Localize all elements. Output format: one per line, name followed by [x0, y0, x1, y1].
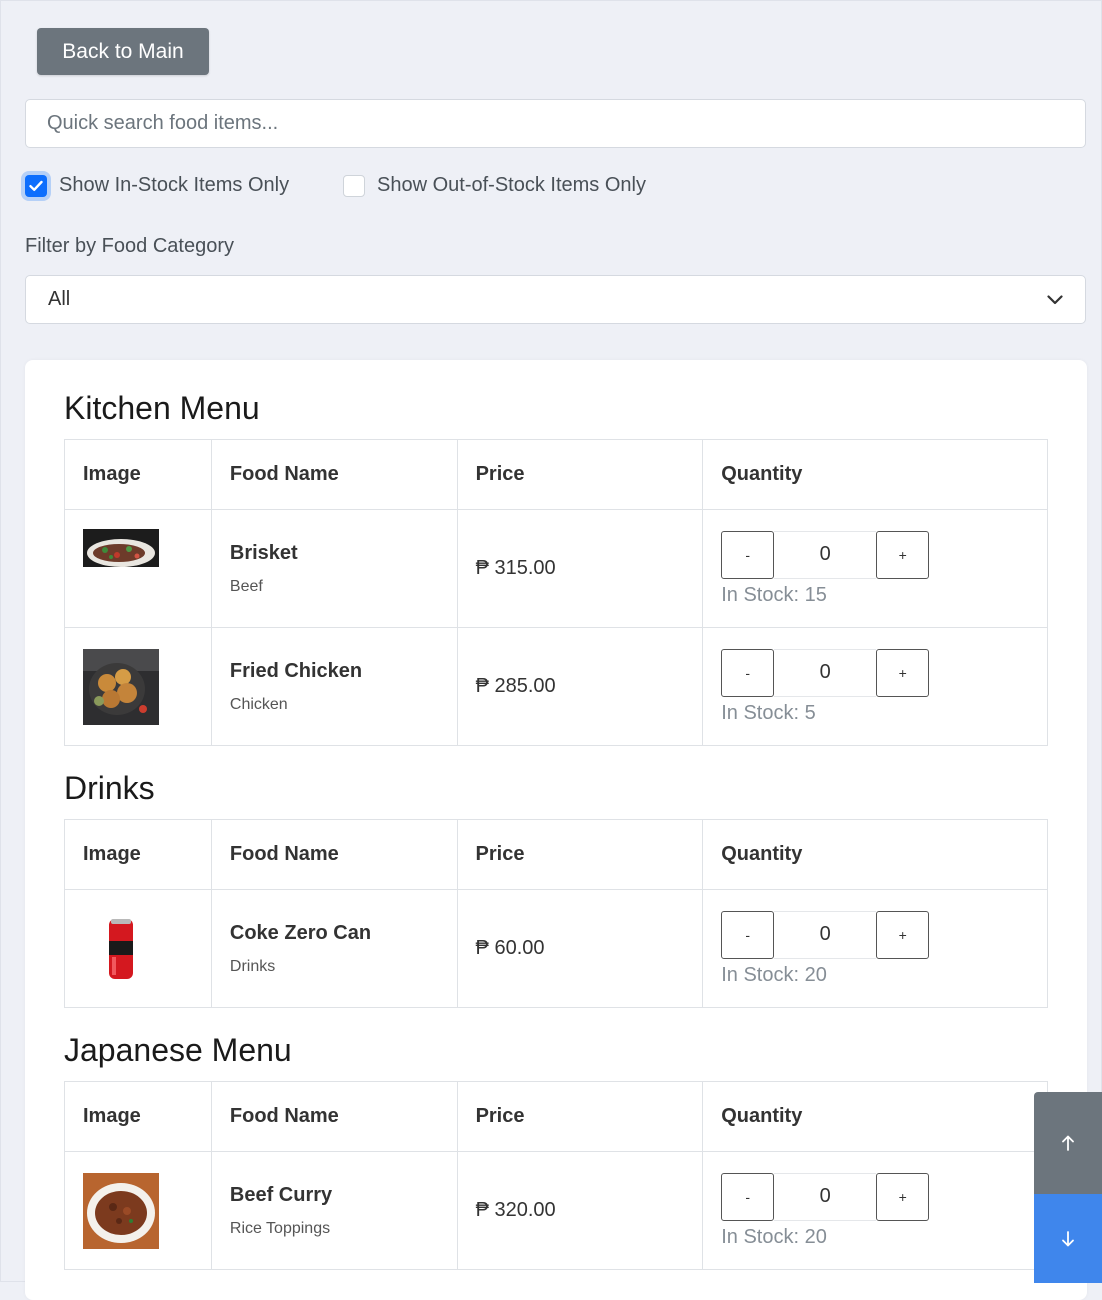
page: Back to Main Show In-Stock Items Only Sh… — [0, 0, 1102, 1300]
column-header-quantity: Quantity — [702, 819, 1048, 890]
quantity-cell: - 0 + In Stock: 20 — [702, 889, 1048, 1008]
column-header-image: Image — [64, 1081, 212, 1152]
out-of-stock-label: Show Out-of-Stock Items Only — [377, 174, 646, 196]
stock-count: In Stock: 5 — [721, 701, 816, 724]
check-icon — [29, 180, 43, 191]
in-stock-label: Show In-Stock Items Only — [59, 174, 290, 196]
price-cell: ₱ 60.00 — [456, 889, 704, 1008]
quantity-input[interactable]: 0 — [774, 910, 877, 959]
table-header-row: Image Food Name Price Quantity — [64, 1081, 1048, 1152]
quantity-cell: - 0 + In Stock: 5 — [702, 627, 1048, 746]
price-cell: ₱ 320.00 — [456, 1151, 704, 1270]
table-row: Beef Curry Rice Toppings ₱ 320.00 - 0 + … — [64, 1151, 1048, 1270]
decrement-button[interactable]: - — [721, 1172, 775, 1221]
food-category: Chicken — [229, 695, 288, 713]
section-title: Drinks — [64, 770, 155, 806]
table-header-row: Image Food Name Price Quantity — [64, 439, 1048, 510]
food-price: ₱ 315.00 — [475, 557, 556, 579]
column-header-price: Price — [456, 439, 704, 510]
food-category: Drinks — [229, 957, 276, 975]
quantity-input[interactable]: 0 — [774, 530, 877, 579]
menu-table: Image Food Name Price Quantity — [64, 819, 1048, 1008]
quantity-stepper: - 0 + — [721, 648, 1047, 697]
column-header-quantity: Quantity — [702, 1081, 1048, 1152]
increment-button[interactable]: + — [876, 648, 930, 697]
column-header-image: Image — [64, 819, 212, 890]
quantity-stepper: - 0 + — [721, 530, 1047, 579]
fried-chicken-image — [83, 648, 159, 725]
quantity-stepper: - 0 + — [721, 1172, 1047, 1221]
increment-button[interactable]: + — [876, 530, 930, 579]
food-category: Beef — [229, 577, 263, 595]
food-name: Coke Zero Can — [229, 921, 372, 944]
arrow-up-icon — [1062, 1135, 1074, 1151]
image-cell — [64, 627, 212, 746]
menu-table: Image Food Name Price Quantity — [64, 1081, 1048, 1270]
food-price: ₱ 320.00 — [475, 1199, 556, 1221]
beef-curry-image — [83, 1172, 159, 1249]
stock-count: In Stock: 15 — [721, 583, 827, 606]
column-header-name: Food Name — [210, 1081, 458, 1152]
in-stock-filter[interactable]: Show In-Stock Items Only — [25, 174, 289, 197]
food-price: ₱ 285.00 — [475, 675, 556, 697]
search-input[interactable] — [25, 99, 1086, 148]
menu-table: Image Food Name Price Quantity — [64, 439, 1048, 746]
food-name-cell: Beef Curry Rice Toppings — [210, 1151, 458, 1270]
decrement-button[interactable]: - — [721, 910, 775, 959]
image-cell — [64, 889, 212, 1008]
food-name-cell: Brisket Beef — [210, 509, 458, 628]
out-of-stock-filter[interactable]: Show Out-of-Stock Items Only — [343, 174, 646, 197]
food-name: Beef Curry — [229, 1183, 333, 1206]
quantity-cell: - 0 + In Stock: 20 — [702, 1151, 1048, 1270]
category-filter-label: Filter by Food Category — [25, 235, 234, 257]
food-name-cell: Coke Zero Can Drinks — [210, 889, 458, 1008]
table-row: Coke Zero Can Drinks ₱ 60.00 - 0 + In St… — [64, 889, 1048, 1008]
column-header-name: Food Name — [210, 439, 458, 510]
food-name: Brisket — [229, 541, 298, 564]
column-header-quantity: Quantity — [702, 439, 1048, 510]
table-header-row: Image Food Name Price Quantity — [64, 819, 1048, 890]
price-cell: ₱ 315.00 — [456, 509, 704, 628]
scroll-up-button[interactable] — [1034, 1092, 1102, 1194]
image-cell — [64, 1151, 212, 1270]
column-header-price: Price — [456, 1081, 704, 1152]
category-select[interactable]: All — [25, 275, 1086, 324]
quantity-input[interactable]: 0 — [774, 648, 877, 697]
food-category: Rice Toppings — [229, 1219, 331, 1237]
out-of-stock-checkbox[interactable] — [343, 174, 365, 197]
table-row: Brisket Beef ₱ 315.00 - 0 + In Stock: 15 — [64, 509, 1048, 628]
coke-zero-image — [83, 916, 159, 981]
back-to-main-button[interactable]: Back to Main — [37, 28, 209, 75]
stock-count: In Stock: 20 — [721, 1225, 827, 1248]
decrement-button[interactable]: - — [721, 648, 775, 697]
food-name: Fried Chicken — [229, 659, 363, 682]
section-title: Kitchen Menu — [64, 390, 260, 426]
category-select-value: All — [48, 288, 71, 310]
chevron-down-icon — [1047, 294, 1063, 304]
in-stock-checkbox[interactable] — [25, 174, 47, 197]
table-row: Fried Chicken Chicken ₱ 285.00 - 0 + In … — [64, 627, 1048, 746]
food-price: ₱ 60.00 — [475, 937, 545, 959]
scroll-down-button[interactable] — [1034, 1194, 1102, 1283]
quantity-input[interactable]: 0 — [774, 1172, 877, 1221]
stock-count: In Stock: 20 — [721, 963, 827, 986]
decrement-button[interactable]: - — [721, 530, 775, 579]
quantity-cell: - 0 + In Stock: 15 — [702, 509, 1048, 628]
image-cell — [64, 509, 212, 628]
food-name-cell: Fried Chicken Chicken — [210, 627, 458, 746]
section-title: Japanese Menu — [64, 1032, 292, 1068]
increment-button[interactable]: + — [876, 1172, 930, 1221]
arrow-down-icon — [1062, 1230, 1074, 1246]
column-header-name: Food Name — [210, 819, 458, 890]
price-cell: ₱ 285.00 — [456, 627, 704, 746]
quantity-stepper: - 0 + — [721, 910, 1047, 959]
column-header-image: Image — [64, 439, 212, 510]
brisket-image — [83, 528, 159, 567]
column-header-price: Price — [456, 819, 704, 890]
increment-button[interactable]: + — [876, 910, 930, 959]
